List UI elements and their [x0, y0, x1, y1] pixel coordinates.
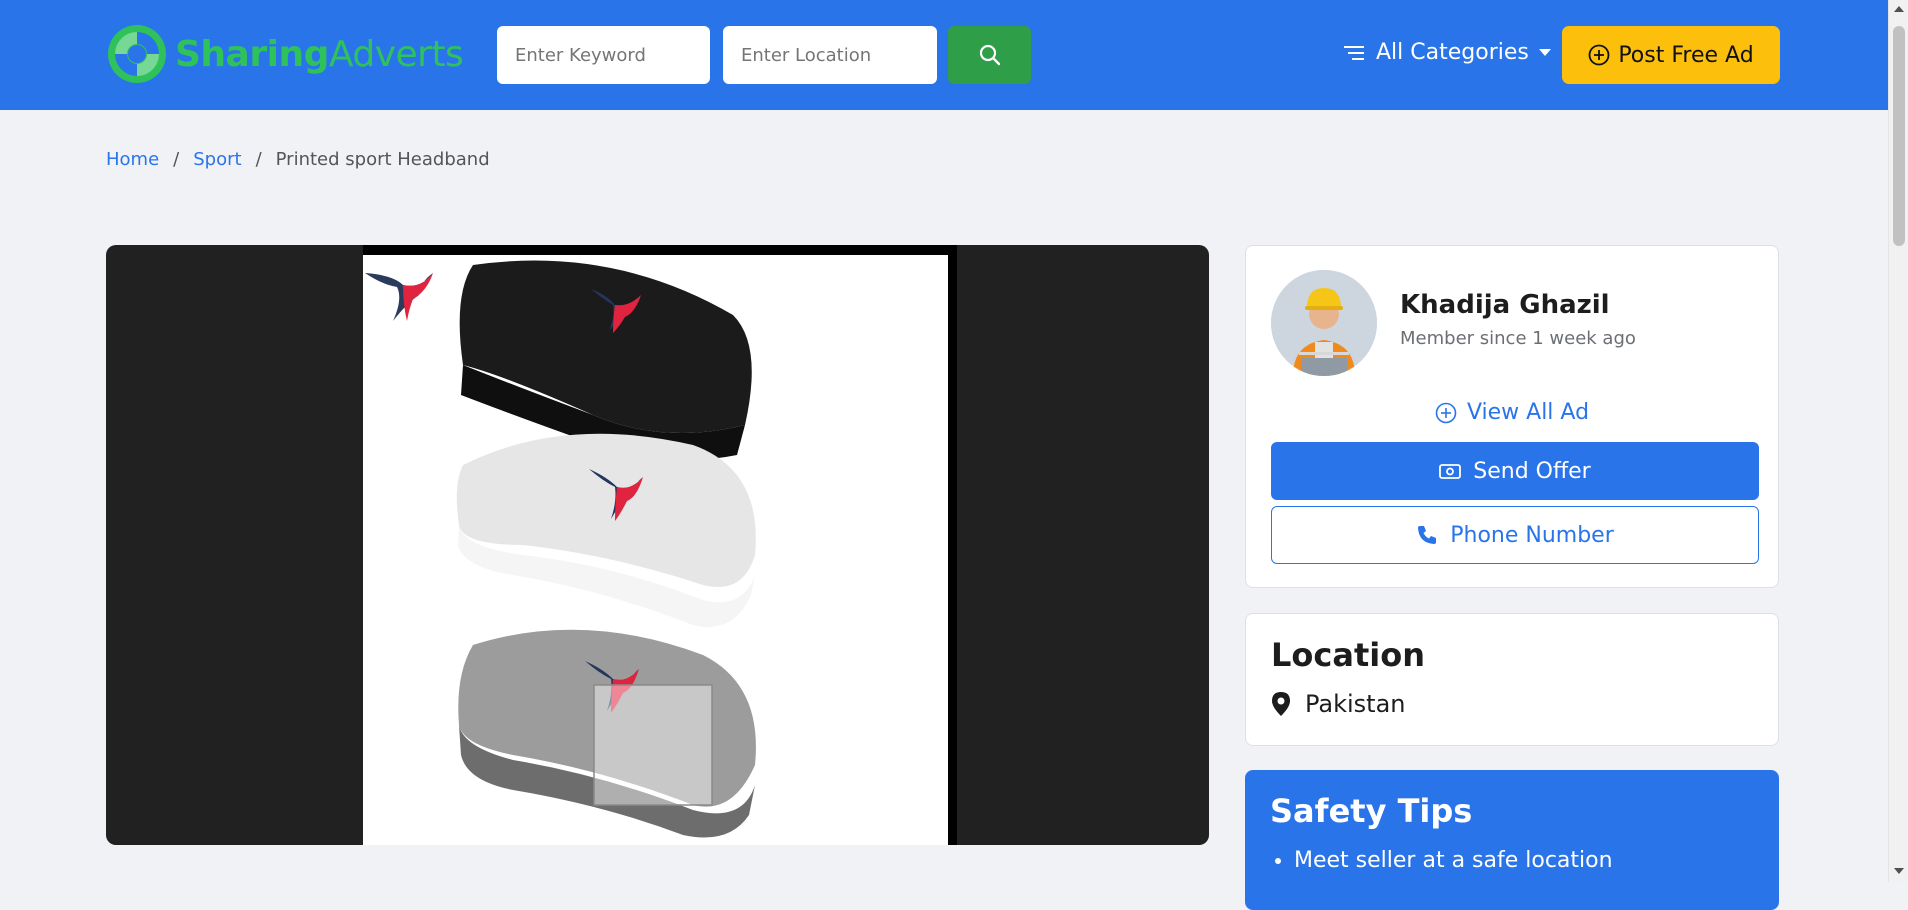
- search-icon: [979, 44, 1000, 66]
- menu-lines-icon: [1344, 45, 1364, 60]
- safety-tip-item: Meet seller at a safe location: [1294, 848, 1613, 873]
- caret-down-icon: [1538, 48, 1551, 56]
- member-since-text: Member since 1 week ago: [1400, 328, 1636, 349]
- breadcrumb: Home / Sport / Printed sport Headband: [106, 149, 490, 170]
- product-photo[interactable]: [363, 245, 957, 845]
- safety-tips-card: Safety Tips Meet seller at a safe locati…: [1245, 770, 1779, 910]
- plus-circle-icon: [1588, 44, 1610, 66]
- phone-number-button[interactable]: Phone Number: [1271, 506, 1759, 564]
- page-scrollbar[interactable]: [1888, 0, 1908, 882]
- location-value: Pakistan: [1305, 690, 1406, 718]
- logo-primary: Sharing: [175, 33, 329, 75]
- phone-icon: [1418, 526, 1437, 544]
- cash-icon: [1439, 464, 1462, 479]
- scroll-down-arrow-icon[interactable]: [1894, 868, 1904, 874]
- product-image-gallery[interactable]: [106, 245, 1209, 845]
- logo-swirl-icon: [108, 25, 166, 83]
- keyword-input[interactable]: [497, 26, 710, 84]
- location-title: Location: [1271, 636, 1425, 674]
- categories-label: All Categories: [1376, 40, 1529, 65]
- avatar[interactable]: [1271, 270, 1377, 376]
- seller-card: Khadija Ghazil Member since 1 week ago V…: [1245, 245, 1779, 588]
- headband-product-image: [365, 260, 756, 838]
- location-row: Pakistan: [1271, 690, 1406, 718]
- location-input[interactable]: [723, 26, 937, 84]
- post-free-ad-button[interactable]: Post Free Ad: [1562, 26, 1780, 84]
- all-categories-dropdown[interactable]: All Categories: [1344, 40, 1551, 65]
- scroll-up-arrow-icon[interactable]: [1894, 6, 1904, 12]
- breadcrumb-current: Printed sport Headband: [275, 149, 490, 170]
- view-all-ads-link[interactable]: View All Ad: [1246, 400, 1778, 425]
- safety-tips-title: Safety Tips: [1270, 792, 1473, 830]
- seller-name[interactable]: Khadija Ghazil: [1400, 290, 1610, 320]
- breadcrumb-separator: /: [255, 149, 262, 170]
- product-photo-canvas: [363, 255, 948, 845]
- site-logo[interactable]: SharingAdverts: [107, 24, 464, 84]
- plus-circle-icon: [1435, 402, 1457, 423]
- send-offer-label: Send Offer: [1473, 458, 1591, 484]
- phone-number-label: Phone Number: [1450, 522, 1614, 548]
- search-button[interactable]: [948, 26, 1031, 84]
- logo-secondary: Adverts: [328, 33, 464, 75]
- breadcrumb-home[interactable]: Home: [106, 149, 159, 170]
- view-all-label: View All Ad: [1466, 400, 1590, 425]
- scrollbar-thumb[interactable]: [1893, 26, 1905, 246]
- post-ad-label: Post Free Ad: [1618, 42, 1754, 68]
- breadcrumb-separator: /: [173, 149, 180, 170]
- send-offer-button[interactable]: Send Offer: [1271, 442, 1759, 500]
- map-pin-icon: [1272, 692, 1290, 716]
- logo-wordmark: SharingAdverts: [175, 33, 464, 75]
- location-card: Location Pakistan: [1245, 613, 1779, 746]
- top-navbar: SharingAdverts All Categories Post Free …: [0, 0, 1888, 110]
- safety-tips-list: Meet seller at a safe location: [1270, 848, 1613, 873]
- breadcrumb-category[interactable]: Sport: [193, 149, 241, 170]
- seller-avatar-image: [1271, 270, 1377, 376]
